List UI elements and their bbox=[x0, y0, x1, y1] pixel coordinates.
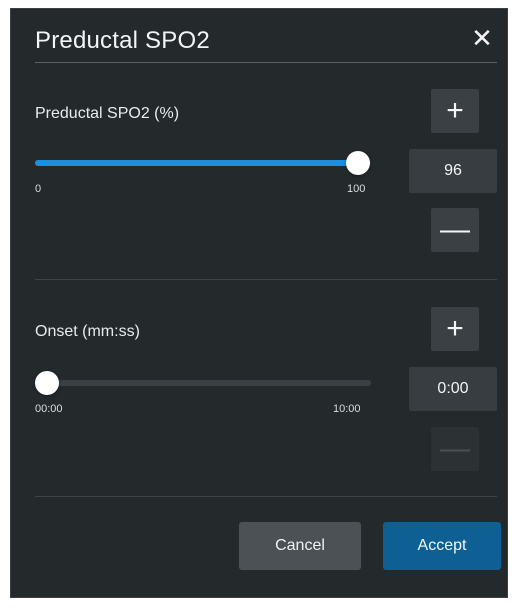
onset-value-field[interactable]: 0:00 bbox=[409, 367, 497, 411]
spo2-increment-button[interactable]: + bbox=[431, 89, 479, 133]
spo2-label: Preductal SPO2 (%) bbox=[35, 105, 180, 122]
spo2-max-label: 100 bbox=[347, 183, 366, 195]
footer-divider bbox=[35, 496, 497, 497]
onset-increment-button[interactable]: + bbox=[431, 307, 479, 351]
spo2-value-field[interactable]: 96 bbox=[409, 149, 497, 193]
spo2-slider[interactable] bbox=[35, 151, 371, 175]
preductal-spo2-dialog: Preductal SPO2 ✕ Preductal SPO2 (%) + 0 … bbox=[10, 8, 508, 598]
section-divider bbox=[35, 279, 497, 280]
title-divider bbox=[35, 62, 497, 63]
minus-icon: — bbox=[440, 432, 470, 465]
close-icon[interactable]: ✕ bbox=[467, 23, 497, 53]
spo2-slider-fill bbox=[35, 160, 358, 166]
spo2-min-label: 0 bbox=[35, 183, 42, 195]
onset-decrement-button[interactable]: — bbox=[431, 427, 479, 471]
cancel-button[interactable]: Cancel bbox=[239, 522, 361, 570]
onset-min-label: 00:00 bbox=[35, 403, 63, 415]
onset-slider-thumb[interactable] bbox=[35, 371, 59, 395]
plus-icon: + bbox=[446, 312, 464, 345]
plus-icon: + bbox=[446, 94, 464, 127]
onset-slider[interactable] bbox=[35, 371, 371, 395]
accept-button[interactable]: Accept bbox=[383, 522, 501, 570]
spo2-decrement-button[interactable]: — bbox=[431, 208, 479, 252]
onset-label: Onset (mm:ss) bbox=[35, 323, 140, 340]
spo2-slider-thumb[interactable] bbox=[346, 151, 370, 175]
dialog-title: Preductal SPO2 bbox=[35, 27, 210, 54]
minus-icon: — bbox=[440, 213, 470, 246]
onset-max-label: 10:00 bbox=[333, 403, 361, 415]
